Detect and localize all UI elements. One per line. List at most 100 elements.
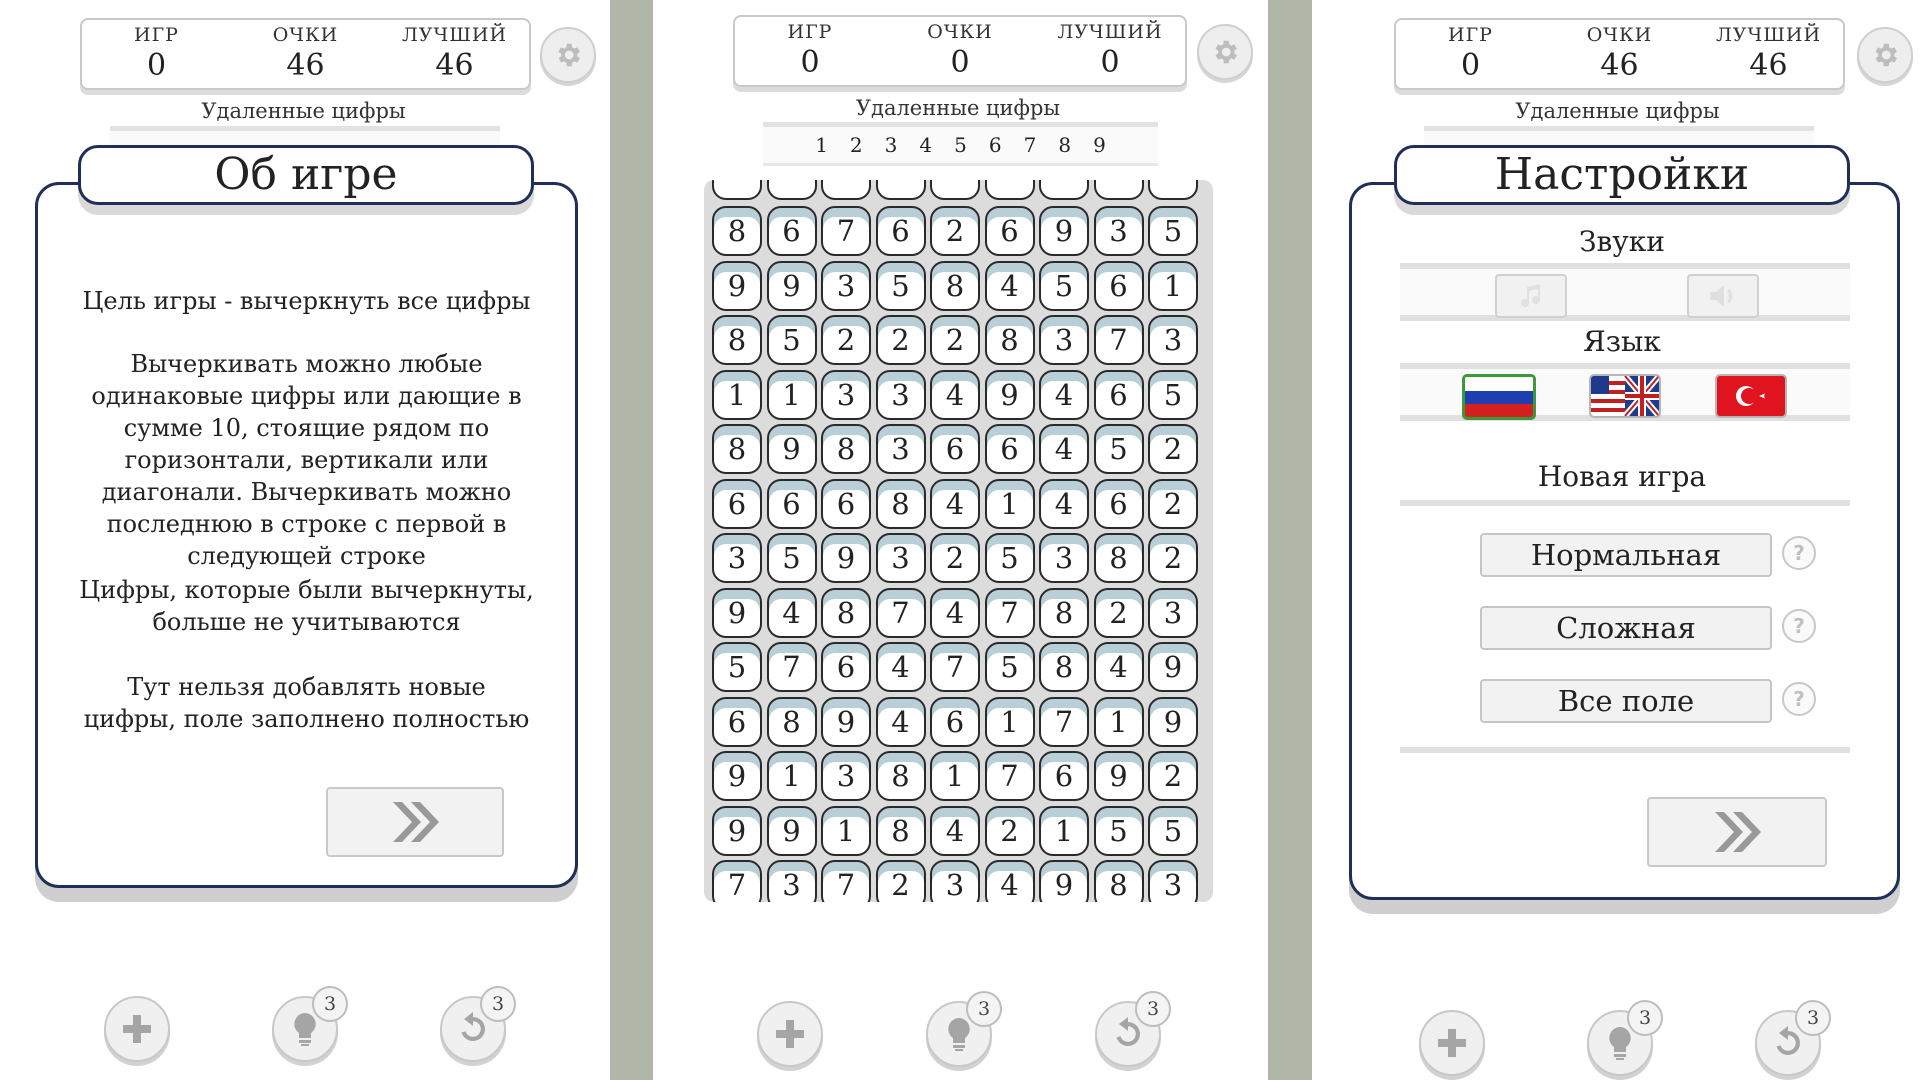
grid-cell[interactable]: 7 — [930, 642, 980, 692]
grid-cell[interactable]: 9 — [766, 260, 817, 311]
grid-cell[interactable]: 7 — [1093, 315, 1144, 365]
grid-cell[interactable]: 9 — [712, 751, 762, 801]
grid-cell[interactable]: 5 — [1148, 206, 1198, 256]
grid-cell[interactable]: 2 — [821, 315, 871, 365]
grid-cell[interactable]: 8 — [875, 751, 926, 801]
grid-cell[interactable]: 9 — [766, 805, 817, 856]
grid-cell[interactable]: 9 — [821, 533, 871, 583]
grid-cell[interactable]: 9 — [1148, 696, 1198, 747]
grid-cell[interactable]: 8 — [875, 805, 926, 856]
grid-cell[interactable]: 6 — [875, 206, 926, 256]
grid-cell[interactable]: 3 — [875, 424, 926, 474]
grid-cell[interactable]: 9 — [712, 260, 762, 311]
grid-cell[interactable]: 5 — [766, 533, 817, 583]
grid-cell[interactable]: 1 — [984, 478, 1035, 529]
grid-cell[interactable]: 8 — [1093, 533, 1144, 583]
grid-cell[interactable]: 2 — [984, 805, 1035, 856]
grid-cell[interactable]: 3 — [930, 860, 980, 902]
add-numbers-button[interactable] — [104, 996, 170, 1062]
grid-cell[interactable]: 7 — [821, 860, 871, 902]
grid-cell[interactable]: 8 — [875, 478, 926, 529]
grid-cell[interactable]: 3 — [712, 533, 762, 583]
grid-cell[interactable]: 5 — [712, 642, 762, 692]
grid-cell[interactable]: 3 — [1039, 315, 1089, 365]
grid-cell[interactable]: 3 — [1148, 860, 1198, 902]
grid-cell[interactable]: 5 — [984, 642, 1035, 692]
grid-cell[interactable]: 8 — [712, 315, 762, 365]
grid-cell[interactable]: 8 — [821, 587, 871, 638]
grid-cell[interactable]: 2 — [1148, 424, 1198, 474]
grid-cell[interactable]: 6 — [1039, 751, 1089, 801]
grid-cell[interactable]: 9 — [766, 424, 817, 474]
music-toggle[interactable] — [1495, 274, 1567, 318]
grid-cell[interactable]: 5 — [1148, 805, 1198, 856]
mode-full-field-button[interactable]: Все поле — [1480, 679, 1772, 723]
grid-cell[interactable]: 1 — [766, 751, 817, 801]
next-button[interactable] — [1647, 797, 1827, 867]
mode-hard-button[interactable]: Сложная — [1480, 606, 1772, 650]
grid-cell[interactable]: 5 — [1093, 424, 1144, 474]
grid-cell[interactable]: 3 — [875, 369, 926, 420]
grid-cell[interactable]: 7 — [821, 206, 871, 256]
grid-cell[interactable]: 3 — [821, 260, 871, 311]
grid-cell[interactable]: 6 — [766, 478, 817, 529]
grid-cell[interactable]: 4 — [930, 369, 980, 420]
help-icon[interactable]: ? — [1782, 536, 1816, 570]
grid-cell[interactable]: 7 — [984, 587, 1035, 638]
grid-cell[interactable]: 2 — [875, 860, 926, 902]
grid-cell[interactable]: 2 — [1148, 478, 1198, 529]
grid-cell[interactable]: 6 — [712, 478, 762, 529]
grid-cell[interactable]: 9 — [1093, 751, 1144, 801]
grid-cell[interactable]: 8 — [930, 260, 980, 311]
grid-cell[interactable]: 8 — [821, 424, 871, 474]
grid-cell[interactable]: 7 — [712, 860, 762, 902]
grid-cell[interactable]: 9 — [984, 369, 1035, 420]
settings-button[interactable] — [540, 27, 596, 83]
grid-cell[interactable]: 6 — [984, 206, 1035, 256]
grid-cell[interactable]: 9 — [821, 696, 871, 747]
grid-cell[interactable]: 2 — [1148, 751, 1198, 801]
grid-cell[interactable]: 8 — [766, 696, 817, 747]
grid-cell[interactable]: 2 — [930, 315, 980, 365]
grid-cell[interactable]: 9 — [712, 587, 762, 638]
grid-cell[interactable]: 2 — [930, 206, 980, 256]
settings-button[interactable] — [1197, 24, 1253, 80]
grid-cell[interactable]: 6 — [984, 424, 1035, 474]
grid-cell[interactable]: 2 — [875, 315, 926, 365]
grid-cell[interactable]: 3 — [1093, 206, 1144, 256]
grid-cell[interactable]: 1 — [712, 369, 762, 420]
grid-cell[interactable]: 5 — [984, 533, 1035, 583]
grid-cell[interactable]: 4 — [930, 587, 980, 638]
grid-cell[interactable]: 4 — [1039, 478, 1089, 529]
grid-cell[interactable]: 8 — [1093, 860, 1144, 902]
grid-cell[interactable]: 2 — [1148, 533, 1198, 583]
grid-cell[interactable]: 8 — [1039, 642, 1089, 692]
grid-cell[interactable]: 1 — [821, 805, 871, 856]
grid-cell[interactable]: 6 — [821, 642, 871, 692]
grid-cell[interactable]: 4 — [1093, 642, 1144, 692]
help-icon[interactable]: ? — [1782, 609, 1816, 643]
grid-cell[interactable]: 8 — [1039, 587, 1089, 638]
grid-cell[interactable]: 6 — [1093, 478, 1144, 529]
grid-cell[interactable]: 1 — [1093, 696, 1144, 747]
grid-cell[interactable]: 1 — [1148, 260, 1198, 311]
grid-cell[interactable]: 7 — [1039, 696, 1089, 747]
grid-cell[interactable]: 4 — [984, 260, 1035, 311]
grid-cell[interactable]: 5 — [875, 260, 926, 311]
grid-cell[interactable]: 9 — [712, 805, 762, 856]
mode-normal-button[interactable]: Нормальная — [1480, 533, 1772, 577]
grid-cell[interactable]: 6 — [1093, 369, 1144, 420]
grid-cell[interactable]: 2 — [1093, 587, 1144, 638]
grid-cell[interactable]: 5 — [1039, 260, 1089, 311]
add-numbers-button[interactable] — [1419, 1010, 1485, 1076]
grid-cell[interactable]: 4 — [984, 860, 1035, 902]
grid-cell[interactable]: 7 — [766, 642, 817, 692]
grid-cell[interactable]: 6 — [821, 478, 871, 529]
grid-cell[interactable]: 2 — [930, 533, 980, 583]
grid-cell[interactable]: 5 — [1093, 805, 1144, 856]
next-button[interactable] — [326, 787, 504, 857]
grid-cell[interactable]: 4 — [930, 805, 980, 856]
grid-cell[interactable]: 4 — [1039, 369, 1089, 420]
flag-english[interactable] — [1589, 374, 1661, 418]
grid-cell[interactable]: 6 — [712, 696, 762, 747]
